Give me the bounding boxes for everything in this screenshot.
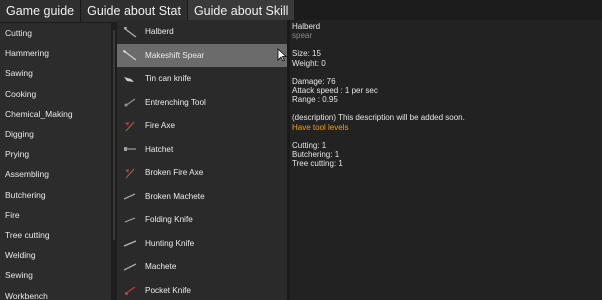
item-attack-speed: Attack speed : 1 per sec — [292, 86, 378, 96]
item-label: Machete — [145, 262, 177, 272]
item-row-hatchet[interactable]: Hatchet — [117, 138, 287, 162]
skill-item-digging[interactable]: Digging — [0, 124, 111, 144]
hunting-knife-icon — [122, 237, 138, 249]
skill-item-hammering[interactable]: Hammering — [0, 43, 111, 63]
skill-item-cooking[interactable]: Cooking — [0, 84, 111, 104]
item-label: Entrenching Tool — [145, 97, 206, 107]
item-label: Broken Machete — [145, 191, 205, 201]
item-range: Range : 0.95 — [292, 95, 338, 105]
item-label: Fire Axe — [145, 121, 176, 131]
skill-item-cutting[interactable]: Cutting — [0, 23, 111, 43]
tool-level-tree-cutting: Tree cutting: 1 — [292, 159, 343, 169]
mouse-cursor-icon — [277, 48, 287, 62]
item-row-pocket-knife[interactable]: Pocket Knife — [117, 279, 287, 300]
skill-item-assembling[interactable]: Assembling — [0, 164, 111, 184]
skill-item-fire[interactable]: Fire — [0, 205, 111, 225]
tool-level-butchering: Butchering: 1 — [292, 150, 340, 160]
skill-item-workbench[interactable]: Workbench — [0, 285, 111, 300]
tab-guide-about-stat[interactable]: Guide about Stat — [81, 0, 188, 22]
spear-icon — [122, 49, 138, 61]
pocket-knife-icon — [122, 284, 138, 296]
skill-item-tree-cutting[interactable]: Tree cutting — [0, 225, 111, 245]
item-row-makeshift-spear[interactable]: Makeshift Spear — [117, 43, 287, 67]
item-weight: Weight: 0 — [292, 58, 326, 68]
item-row-machete[interactable]: Machete — [117, 255, 287, 279]
item-label: Hunting Knife — [145, 238, 195, 248]
item-type: spear — [292, 31, 313, 41]
broken-axe-icon — [122, 167, 138, 179]
tin-can-knife-icon — [122, 73, 138, 85]
item-label: Folding Knife — [145, 215, 193, 225]
tool-level-cutting: Cutting: 1 — [292, 140, 327, 150]
item-label: Halberd — [145, 27, 174, 37]
item-name: Halberd — [292, 22, 321, 31]
tab-guide-about-skill[interactable]: Guide about Skill — [187, 0, 296, 22]
item-damage: Damage: 76 — [292, 76, 336, 86]
item-row-broken-fire-axe[interactable]: Broken Fire Axe — [117, 161, 287, 185]
skill-item-butchering[interactable]: Butchering — [0, 185, 111, 205]
item-row-broken-machete[interactable]: Broken Machete — [117, 185, 287, 209]
item-row-hunting-knife[interactable]: Hunting Knife — [117, 232, 287, 256]
skill-item-sawing[interactable]: Sawing — [0, 63, 111, 83]
item-row-halberd[interactable]: Halberd — [117, 20, 287, 44]
item-description: (description) This description will be a… — [292, 113, 465, 123]
item-size: Size: 15 — [292, 49, 321, 59]
tool-levels-title: Have tool levels — [292, 122, 349, 132]
skill-item-chemical-making[interactable]: Chemical_Making — [0, 104, 111, 124]
shovel-icon — [122, 96, 138, 108]
item-list: Halberd Makeshift Spear Tin can knife Entre… — [117, 20, 287, 300]
skill-list-scrollbar[interactable] — [113, 30, 115, 240]
skill-item-sewing[interactable]: Sewing — [0, 265, 111, 285]
skill-item-welding[interactable]: Welding — [0, 245, 111, 265]
item-label: Tin can knife — [145, 74, 192, 84]
fire-axe-icon — [122, 120, 138, 132]
tab-game-guide[interactable]: Game guide — [0, 0, 82, 22]
item-row-fire-axe[interactable]: Fire Axe — [117, 114, 287, 138]
skill-item-prying[interactable]: Prying — [0, 144, 111, 164]
item-label: Pocket Knife — [145, 285, 191, 295]
item-label: Hatchet — [145, 144, 174, 154]
hatchet-icon — [122, 143, 138, 155]
halberd-icon — [122, 26, 138, 38]
folding-knife-icon — [122, 214, 138, 226]
skill-list: Cutting Hammering Sawing Cooking Chemical_Ma… — [0, 23, 111, 300]
broken-machete-icon — [122, 190, 138, 202]
item-label: Makeshift Spear — [145, 50, 205, 60]
item-label: Broken Fire Axe — [145, 168, 204, 178]
item-row-folding-knife[interactable]: Folding Knife — [117, 208, 287, 232]
item-detail-panel: Halberd spear Size: 15 Weight: 0 Damage:… — [290, 20, 602, 300]
item-row-entrenching-tool[interactable]: Entrenching Tool — [117, 91, 287, 115]
machete-icon — [122, 261, 138, 273]
item-row-tin-can-knife[interactable]: Tin can knife — [117, 67, 287, 91]
